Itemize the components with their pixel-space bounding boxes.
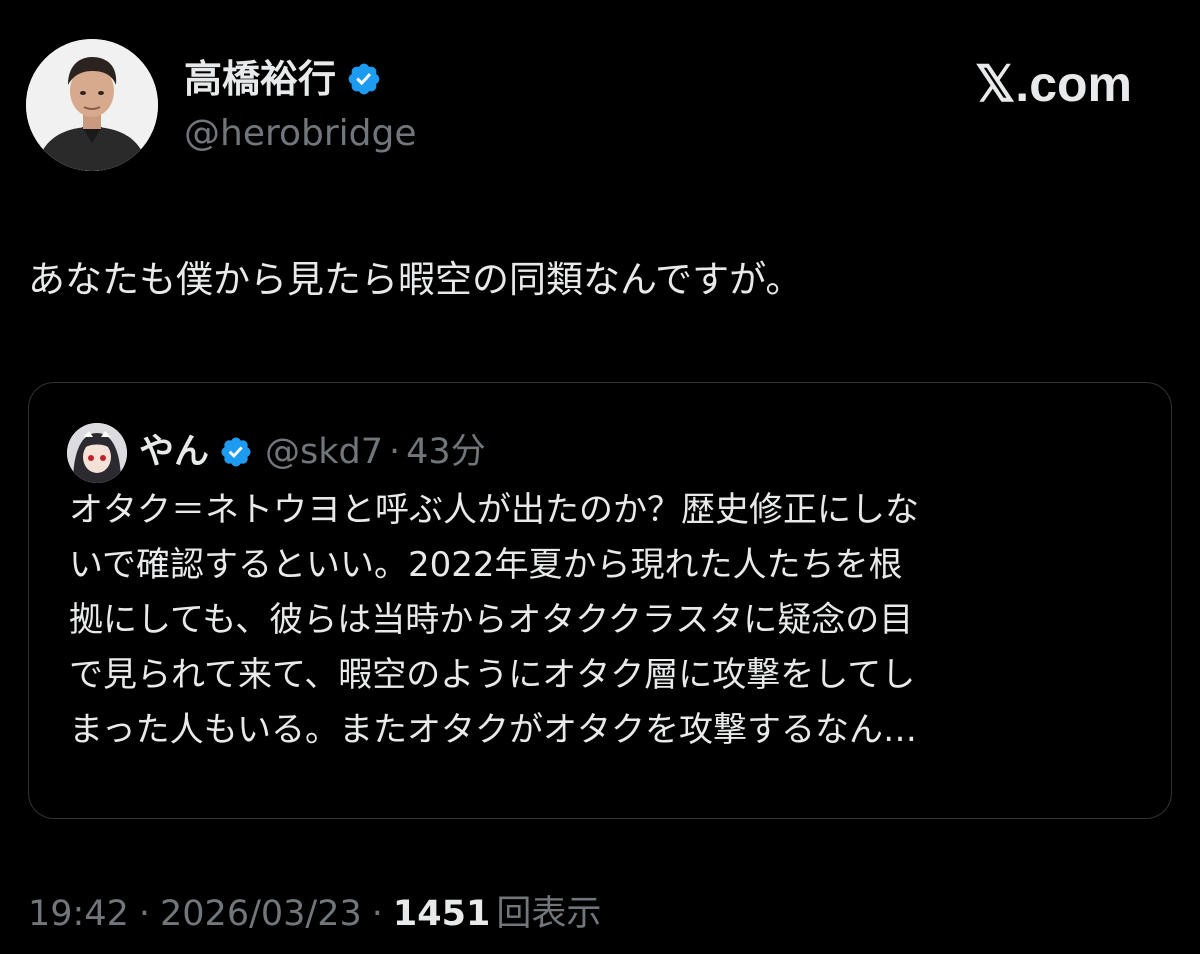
verified-badge-icon <box>219 435 253 469</box>
quoted-tweet-card[interactable]: やん @skd7 · 43分 オタク＝ネトウヨと呼ぶ人が出たのか？歴史修正にしな… <box>28 382 1172 819</box>
quote-author-name[interactable]: やん <box>139 427 209 477</box>
author-avatar[interactable] <box>26 39 158 171</box>
author-handle[interactable]: @herobridge <box>184 110 417 158</box>
author-name[interactable]: 高橋裕行 <box>184 54 336 104</box>
view-count[interactable]: 1451 <box>393 889 490 939</box>
tweet-text: あなたも僕から見たら暇空の同類なんですが。 <box>28 258 803 301</box>
quote-timestamp[interactable]: 43分 <box>406 427 486 477</box>
author-name-row[interactable]: 高橋裕行 <box>184 54 382 104</box>
quote-author-avatar <box>67 423 127 483</box>
tweet-time[interactable]: 19:42 <box>28 889 129 939</box>
quote-author-handle[interactable]: @skd7 <box>265 427 383 477</box>
tweet-date[interactable]: 2026/03/23 <box>160 889 362 939</box>
verified-badge-icon <box>346 61 382 97</box>
person-avatar-icon <box>26 39 158 171</box>
quote-text: オタク＝ネトウヨと呼ぶ人が出たのか？歴史修正にしな いで確認するといい。2022… <box>69 490 919 750</box>
quote-header: やん @skd7 · 43分 <box>139 427 486 477</box>
meta-separator: · <box>371 894 383 934</box>
anime-avatar-icon <box>67 423 127 483</box>
brand-logo: 𝕏.com <box>975 56 1132 112</box>
quote-separator: · <box>389 432 401 472</box>
tweet-meta: 19:42 · 2026/03/23 · 1451 回表示 <box>28 889 601 939</box>
meta-separator: · <box>138 894 151 934</box>
view-count-label: 回表示 <box>496 894 602 934</box>
